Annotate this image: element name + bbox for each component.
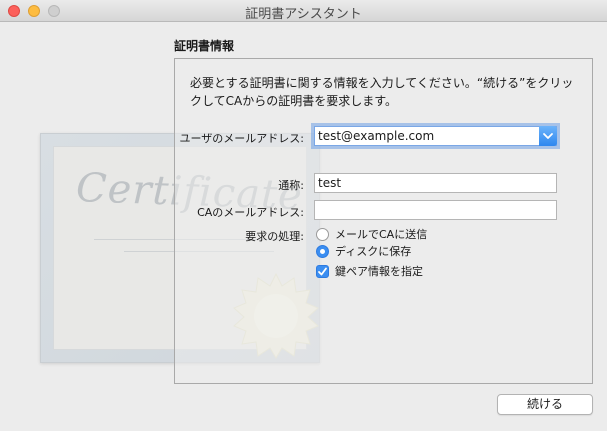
- user-email-value: test@example.com: [318, 129, 435, 143]
- radio-button[interactable]: [316, 227, 329, 241]
- checkmark-icon: [318, 267, 327, 275]
- common-name-label: 通称:: [278, 179, 304, 192]
- ca-email-field[interactable]: [314, 200, 557, 220]
- radio-email-to-ca[interactable]: メールでCAに送信: [316, 226, 427, 242]
- common-name-value: test: [318, 176, 342, 190]
- form-panel: 必要とする証明書に関する情報を入力してください。“続ける”をクリックしてCAから…: [174, 58, 593, 384]
- checkbox-checked[interactable]: [316, 264, 329, 278]
- radio-save-to-disk-label: ディスクに保存: [335, 245, 412, 258]
- request-label: 要求の処理:: [245, 230, 304, 243]
- common-name-field[interactable]: test: [314, 173, 557, 193]
- radio-button-selected[interactable]: [316, 244, 329, 258]
- window-title: 証明書アシスタント: [245, 7, 362, 22]
- checkbox-key-pair[interactable]: 鍵ペア情報を指定: [316, 263, 423, 279]
- ca-email-label: CAのメールアドレス:: [197, 206, 304, 219]
- title-bar: 証明書アシスタント: [0, 0, 607, 22]
- intro-text: 必要とする証明書に関する情報を入力してください。“続ける”をクリックしてCAから…: [190, 76, 574, 108]
- checkbox-key-pair-label: 鍵ペア情報を指定: [335, 265, 423, 278]
- continue-button[interactable]: 続ける: [497, 394, 593, 415]
- window-content: Certificate 証明書情報 必要とする証明書に関する情報を入力してくださ…: [0, 22, 607, 431]
- section-title: 証明書情報: [174, 39, 235, 53]
- chevron-down-icon: [543, 133, 553, 139]
- user-email-dropdown-button[interactable]: [539, 126, 557, 146]
- radio-save-to-disk[interactable]: ディスクに保存: [316, 243, 411, 259]
- radio-email-to-ca-label: メールでCAに送信: [335, 228, 428, 241]
- user-email-combobox[interactable]: test@example.com: [314, 126, 557, 146]
- user-email-label: ユーザのメールアドレス:: [179, 132, 305, 145]
